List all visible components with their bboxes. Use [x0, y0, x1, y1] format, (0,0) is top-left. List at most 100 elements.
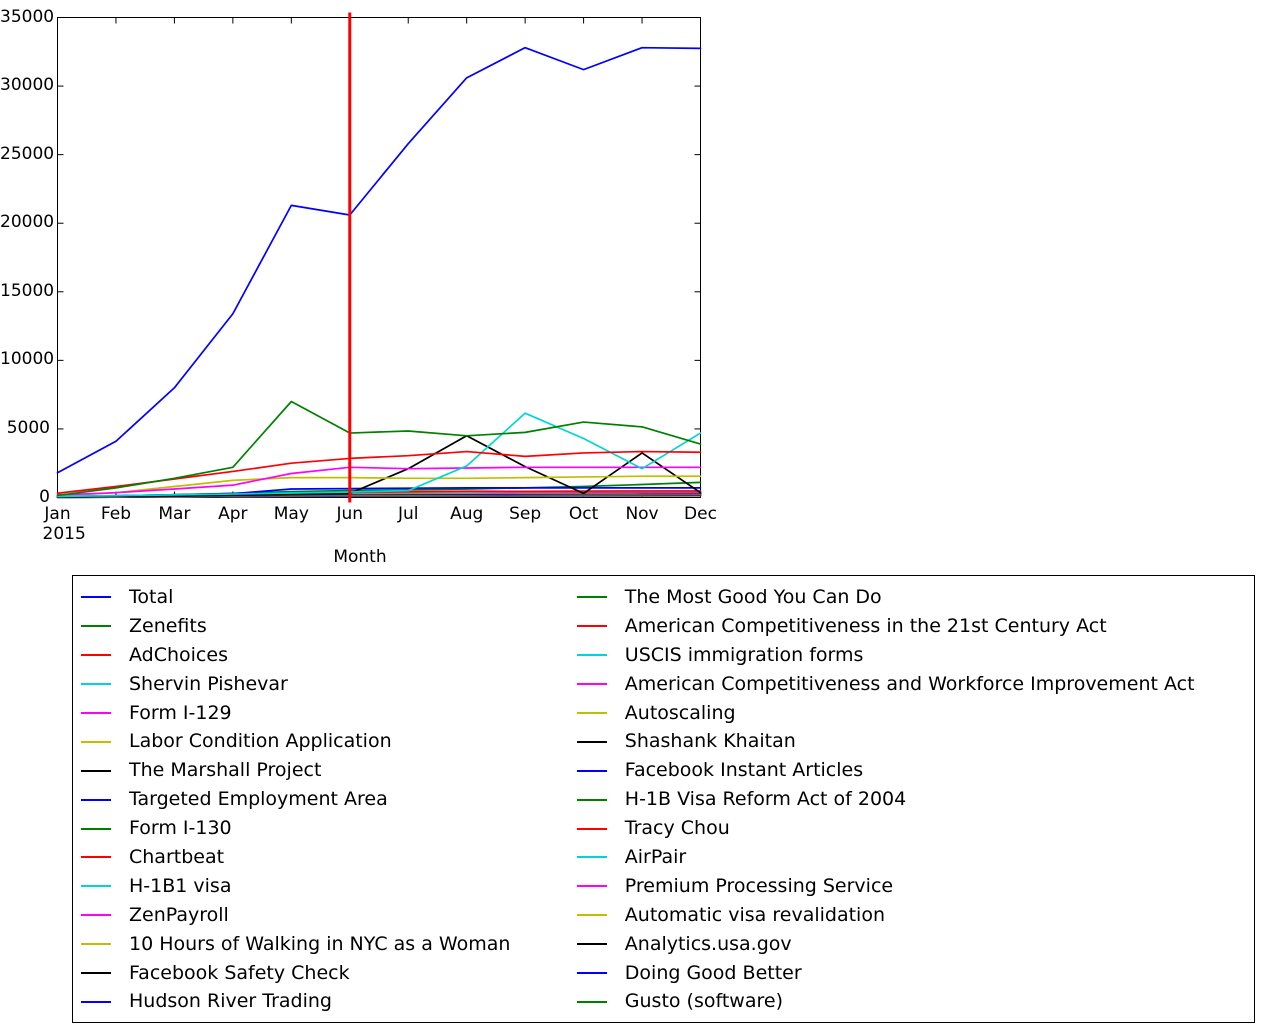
legend-item[interactable]: Shervin Pishevar — [81, 670, 577, 699]
y-tick-label: 30000 — [0, 75, 55, 96]
legend-item-label: Form I-130 — [129, 817, 232, 840]
legend-item[interactable]: Labor Condition Application — [81, 727, 577, 756]
legend-item-label: Labor Condition Application — [129, 730, 392, 753]
legend-column-left: Total Zenefits AdChoices Shervin Pishevar Fo… — [73, 583, 577, 1022]
legend-item-label: ZenPayroll — [129, 903, 229, 926]
legend-item-label: AdChoices — [129, 643, 228, 666]
legend-item[interactable]: Autoscaling — [576, 699, 1254, 728]
x-tick-label: Oct — [568, 503, 599, 524]
legend-item-label: Hudson River Trading — [129, 990, 332, 1013]
legend-color-swatch-icon — [576, 740, 607, 743]
legend-item[interactable]: Facebook Safety Check — [81, 959, 577, 988]
legend-item-label: Shervin Pishevar — [129, 672, 288, 695]
x-tick-label: May — [273, 503, 309, 524]
legend-color-swatch-icon — [81, 596, 111, 599]
legend-item-label: Zenefits — [129, 614, 207, 637]
x-tick-label: Jun — [336, 503, 364, 524]
legend-color-swatch-icon — [81, 798, 111, 801]
legend-item[interactable]: Automatic visa revalidation — [576, 901, 1254, 930]
legend-color-swatch-icon — [81, 625, 111, 628]
legend-item[interactable]: The Marshall Project — [81, 756, 577, 785]
legend-item[interactable]: H-1B1 visa — [81, 872, 577, 901]
legend-item-label: Chartbeat — [129, 845, 225, 868]
legend-item-label: Gusto (software) — [624, 990, 783, 1013]
legend-color-swatch-icon — [81, 943, 111, 946]
legend-item[interactable]: Doing Good Better — [576, 959, 1254, 988]
legend-color-swatch-icon — [81, 712, 111, 714]
legend-item[interactable]: Premium Processing Service — [576, 872, 1254, 901]
legend-color-swatch-icon — [576, 769, 607, 772]
legend-item[interactable]: Targeted Employment Area — [81, 785, 577, 814]
legend-color-swatch-icon — [576, 943, 607, 946]
x-tick-label: Aug — [450, 503, 484, 524]
y-tick-label: 25000 — [0, 143, 55, 164]
legend-item[interactable]: H-1B Visa Reform Act of 2004 — [576, 785, 1254, 814]
legend-item[interactable]: ZenPayroll — [81, 901, 577, 930]
legend-item[interactable]: Form I-130 — [81, 814, 577, 843]
legend-color-swatch-icon — [81, 740, 111, 743]
legend-item[interactable]: USCIS immigration forms — [576, 641, 1254, 670]
legend-color-swatch-icon — [81, 972, 111, 975]
legend-color-swatch-icon — [576, 1000, 607, 1003]
legend-color-swatch-icon — [81, 654, 111, 657]
legend-item-label: Tracy Chou — [624, 817, 730, 840]
legend-color-swatch-icon — [81, 1000, 111, 1003]
legend-item-label: Shashank Khaitan — [624, 730, 796, 753]
legend-column-right: The Most Good You Can Do American Competi… — [576, 583, 1254, 1022]
legend-item-label: Analytics.usa.gov — [624, 932, 792, 955]
x-tick-label: Jul — [397, 503, 419, 524]
legend-item[interactable]: American Competitiveness in the 21st Cen… — [576, 612, 1254, 641]
x-axis-title: Month — [333, 547, 387, 567]
legend-item-label: Doing Good Better — [624, 961, 802, 984]
legend-item-label: The Marshall Project — [129, 759, 322, 782]
legend: Total Zenefits AdChoices Shervin Pishevar Fo… — [72, 575, 1255, 1023]
legend-color-swatch-icon — [576, 712, 607, 714]
legend-item[interactable]: AirPair — [576, 843, 1254, 872]
legend-item-label: American Competitiveness in the 21st Cen… — [624, 614, 1107, 637]
legend-item[interactable]: Zenefits — [81, 612, 577, 641]
legend-item-label: Autoscaling — [624, 701, 736, 724]
legend-item[interactable]: The Most Good You Can Do — [576, 583, 1254, 612]
legend-item-label: H-1B Visa Reform Act of 2004 — [624, 788, 907, 811]
legend-item[interactable]: 10 Hours of Walking in NYC as a Woman — [81, 930, 577, 959]
legend-item[interactable]: AdChoices — [81, 641, 577, 670]
legend-item[interactable]: Facebook Instant Articles — [576, 756, 1254, 785]
x-tick-label: Feb — [100, 503, 131, 524]
legend-item-label: The Most Good You Can Do — [624, 585, 882, 608]
legend-color-swatch-icon — [576, 914, 607, 917]
legend-item-label: Facebook Safety Check — [129, 961, 350, 984]
legend-color-swatch-icon — [576, 683, 607, 686]
legend-item[interactable]: Gusto (software) — [576, 987, 1254, 1016]
legend-color-swatch-icon — [576, 827, 607, 830]
legend-item[interactable]: American Competitiveness and Workforce I… — [576, 670, 1254, 699]
legend-color-swatch-icon — [81, 856, 111, 859]
legend-item-label: AirPair — [624, 845, 687, 868]
y-tick-label: 0 — [39, 486, 50, 507]
legend-color-swatch-icon — [81, 827, 111, 830]
legend-color-swatch-icon — [576, 856, 607, 859]
x-tick-label: Sep — [509, 503, 542, 524]
legend-item-label: Facebook Instant Articles — [624, 759, 864, 782]
legend-item[interactable]: Form I-129 — [81, 699, 577, 728]
x-tick-label: Apr — [218, 503, 248, 524]
x-tick-label: Dec — [684, 503, 717, 524]
y-tick-label: 5000 — [6, 417, 50, 438]
legend-item-label: Premium Processing Service — [624, 874, 894, 897]
legend-item-label: USCIS immigration forms — [624, 643, 864, 666]
legend-color-swatch-icon — [81, 914, 111, 917]
line-chart: 0 5000 10000 15000 20000 25000 30000 35000 Jan F… — [0, 0, 720, 575]
legend-item[interactable]: Tracy Chou — [576, 814, 1254, 843]
plot-area — [56, 12, 702, 503]
legend-color-swatch-icon — [576, 885, 607, 888]
legend-item[interactable]: Analytics.usa.gov — [576, 930, 1254, 959]
y-tick-label: 35000 — [0, 6, 55, 27]
legend-item-label: 10 Hours of Walking in NYC as a Woman — [129, 932, 511, 955]
legend-item[interactable]: Total — [81, 583, 577, 612]
legend-item-label: Form I-129 — [129, 701, 232, 724]
y-tick-label: 15000 — [0, 280, 55, 301]
x-tick-label: Nov — [625, 503, 659, 524]
legend-item[interactable]: Shashank Khaitan — [576, 727, 1254, 756]
legend-color-swatch-icon — [81, 683, 111, 686]
legend-item[interactable]: Hudson River Trading — [81, 987, 577, 1016]
legend-item[interactable]: Chartbeat — [81, 843, 577, 872]
